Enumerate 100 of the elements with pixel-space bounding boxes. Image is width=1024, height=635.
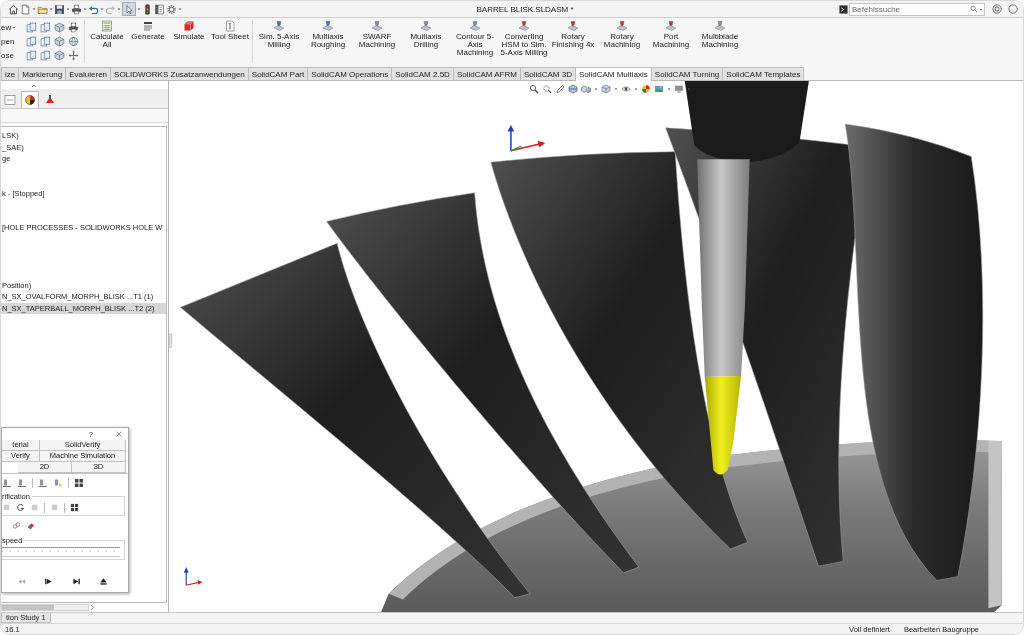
zoom-area-icon[interactable]	[542, 84, 552, 94]
square-icon[interactable]	[50, 503, 59, 512]
ribbon-button[interactable]: Multiaxis Drilling	[402, 19, 450, 66]
ribbon-tab[interactable]: Markierung	[18, 67, 67, 80]
panel-tab[interactable]	[21, 91, 39, 108]
monitor-icon[interactable]	[674, 84, 684, 94]
traffic-light-icon[interactable]	[142, 3, 153, 15]
ribbon-button[interactable]: Generate	[128, 19, 168, 66]
step-forward-icon[interactable]	[44, 576, 54, 586]
pages-icon[interactable]	[40, 22, 51, 33]
redo-icon[interactable]	[105, 3, 116, 15]
cube-icon[interactable]	[54, 36, 65, 47]
ribbon-tab[interactable]: SolidCAM Part	[247, 67, 309, 80]
axis-triad-icon	[183, 567, 203, 586]
calculator-icon	[101, 20, 113, 32]
zoom-to-fit-icon[interactable]	[529, 84, 539, 94]
cube-icon[interactable]	[54, 22, 65, 33]
select-tool-button[interactable]	[122, 2, 136, 16]
machined-part-icon	[714, 20, 726, 32]
square-icon[interactable]	[30, 503, 39, 512]
cam-manager-icon	[44, 94, 56, 106]
link-icon[interactable]	[12, 521, 21, 530]
circle-icon[interactable]	[1008, 4, 1018, 14]
file-properties-icon[interactable]	[154, 3, 165, 15]
appearance-icon[interactable]	[641, 84, 651, 94]
pages-icon[interactable]	[40, 50, 51, 61]
ribbon-button[interactable]: Simulate	[169, 19, 209, 66]
tool-icon[interactable]	[17, 477, 27, 488]
ribbon-button[interactable]: Rotary Machining	[598, 19, 646, 66]
view-orientation-icon[interactable]	[581, 84, 591, 94]
machined-part-icon	[273, 20, 285, 32]
close-icon[interactable]	[115, 430, 123, 438]
undo-icon[interactable]	[88, 3, 99, 15]
tool-icon[interactable]	[38, 477, 48, 488]
ribbon-tab[interactable]: SolidCAM Operations	[307, 67, 393, 80]
print-icon[interactable]	[71, 3, 82, 15]
ribbon-tab[interactable]: SolidCAM 3D	[519, 67, 576, 80]
ribbon-button[interactable]: Rotary Finishing 4x	[549, 19, 597, 66]
pie-chart-icon	[24, 94, 36, 106]
ribbon-button[interactable]: Contour 5-Axis Machining	[451, 19, 499, 66]
ribbon-button[interactable]: SWARF Machining	[353, 19, 401, 66]
ribbon-tab[interactable]: SolidCAM Templates	[722, 67, 805, 80]
pencil-icon[interactable]	[555, 84, 565, 94]
ribbon-button[interactable]: Calculate All	[87, 19, 127, 66]
eject-icon[interactable]	[98, 576, 108, 586]
tool-icon[interactable]	[2, 477, 12, 488]
refresh-icon[interactable]	[16, 503, 25, 512]
window-title: BARREL BLISK.SLDASM *	[476, 4, 575, 14]
menu-item[interactable]: ose	[1, 50, 23, 60]
search-field[interactable]: Befehlssuche	[849, 2, 985, 16]
pages-icon[interactable]	[40, 36, 51, 47]
user-icon[interactable]	[992, 4, 1002, 14]
machined-part-icon	[371, 20, 383, 32]
ribbon-button[interactable]: Multiblade Machining	[696, 19, 744, 66]
save-icon[interactable]	[54, 3, 65, 15]
ribbon-tab[interactable]: SolidCAM Multiaxis	[574, 67, 652, 81]
pages-icon[interactable]	[26, 50, 37, 61]
ribbon-tab[interactable]: SOLIDWORKS Zusatzanwendungen	[110, 67, 249, 80]
ribbon-button[interactable]: Converting HSM to Sim. 5-Axis Milling	[500, 19, 548, 66]
machined-part-icon	[469, 20, 481, 32]
new-document-icon[interactable]	[20, 3, 31, 15]
machined-part-icon	[567, 20, 579, 32]
square-icon[interactable]	[2, 503, 11, 512]
speed-slider-track[interactable]	[2, 547, 120, 557]
chevron-up-icon[interactable]	[31, 82, 37, 88]
arrows-icon[interactable]	[68, 50, 79, 61]
gear-icon[interactable]	[166, 3, 177, 15]
display-style-icon[interactable]	[601, 84, 611, 94]
grid-icon[interactable]	[74, 477, 84, 488]
machined-part-icon	[616, 20, 628, 32]
pages-icon[interactable]	[26, 36, 37, 47]
ribbon-button[interactable]: Port Machining	[647, 19, 695, 66]
chevron-right-icon[interactable]	[90, 603, 95, 611]
ribbon-tab[interactable]: SolidCAM 2.5D	[391, 67, 454, 80]
ribbon-tab[interactable]: SolidCAM Turning	[650, 67, 724, 80]
tool-icon[interactable]	[53, 477, 63, 488]
search-icon[interactable]	[970, 5, 978, 13]
ribbon-button[interactable]: Tool Sheet	[210, 19, 250, 66]
ribbon-tab[interactable]: SolidCAM AFRM	[452, 67, 521, 80]
print-icon[interactable]	[68, 22, 79, 33]
horizontal-scrollbar[interactable]	[1, 603, 89, 611]
ribbon-button[interactable]: Multiaxis Roughing	[304, 19, 352, 66]
home-icon[interactable]	[8, 3, 19, 15]
menu-item[interactable]: pen	[1, 37, 23, 46]
eraser-icon[interactable]	[26, 521, 35, 530]
pages-icon[interactable]	[26, 22, 37, 33]
ribbon-tab[interactable]: Evaluieren	[65, 67, 112, 80]
section-view-icon[interactable]	[568, 84, 578, 94]
hide-show-icon[interactable]	[621, 84, 631, 94]
ribbon-tab[interactable]: ize	[1, 67, 20, 80]
scene-icon[interactable]	[654, 84, 664, 94]
skip-end-icon[interactable]	[71, 576, 81, 586]
cube-icon[interactable]	[54, 50, 65, 61]
machined-part-icon	[518, 20, 530, 32]
pointer-icon	[124, 3, 134, 15]
grid-icon[interactable]	[70, 503, 79, 512]
machined-part-icon	[420, 20, 432, 32]
menu-item[interactable]: ew	[1, 23, 23, 33]
ribbon-button[interactable]: Sim. 5-Axis Milling	[255, 19, 303, 66]
rewind-icon[interactable]	[17, 576, 27, 586]
